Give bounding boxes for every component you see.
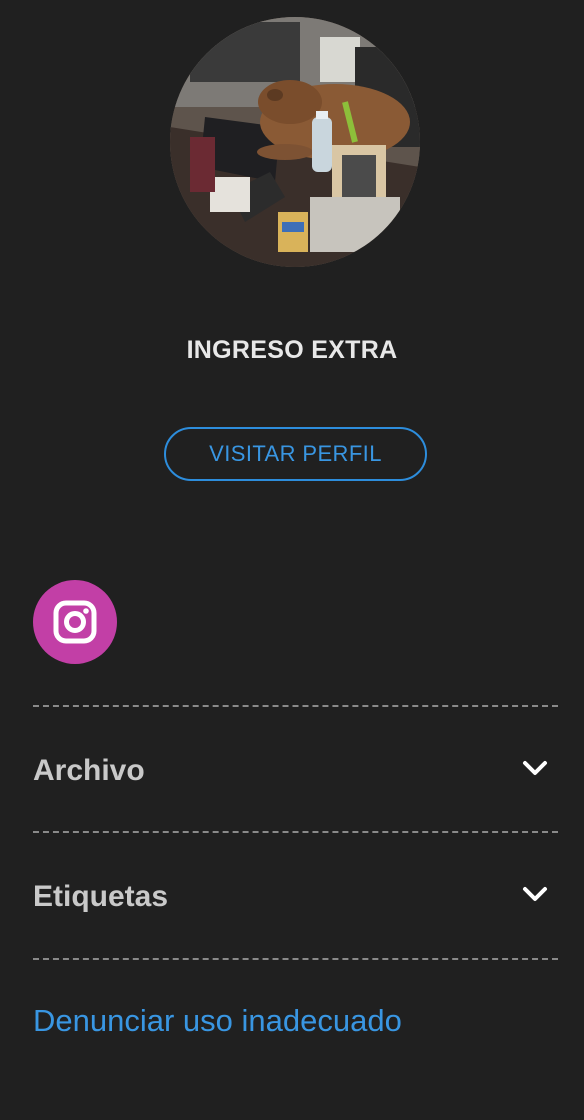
section-etiquetas[interactable]: Etiquetas (33, 866, 558, 926)
divider (33, 705, 558, 707)
instagram-link[interactable] (33, 580, 117, 664)
divider (33, 958, 558, 960)
visit-profile-button[interactable]: VISITAR PERFIL (164, 427, 427, 481)
chevron-down-icon (523, 761, 547, 775)
divider (33, 831, 558, 833)
instagram-icon (53, 600, 97, 644)
report-abuse-link[interactable]: Denunciar uso inadecuado (33, 1003, 402, 1039)
profile-name: INGRESO EXTRA (186, 336, 398, 364)
profile-avatar (170, 17, 420, 267)
section-archivo-label: Archivo (33, 754, 145, 787)
chevron-down-icon (523, 887, 547, 901)
avatar-photo (170, 17, 420, 267)
section-archivo[interactable]: Archivo (33, 740, 558, 800)
section-etiquetas-label: Etiquetas (33, 880, 169, 913)
